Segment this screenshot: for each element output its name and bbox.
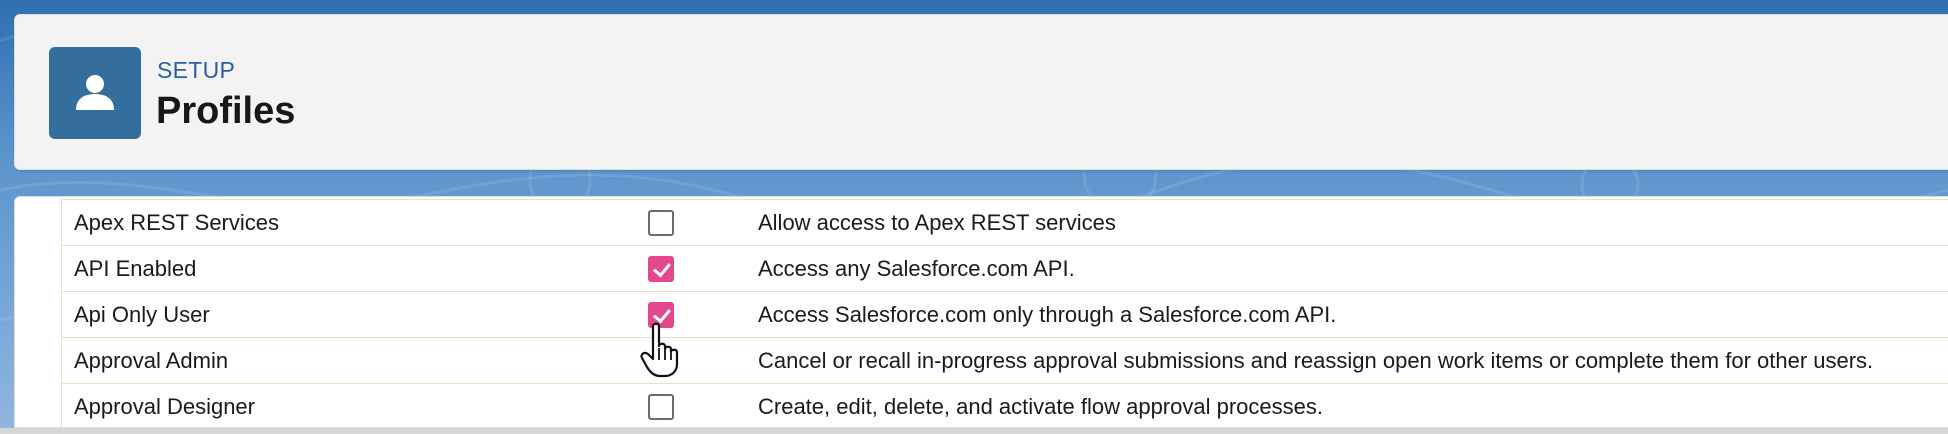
permission-name: Apex REST Services [61, 199, 648, 246]
permission-description: Access Salesforce.com only through a Sal… [758, 291, 1948, 338]
table-row: Api Only User Access Salesforce.com only… [61, 291, 1948, 338]
permission-description: Create, edit, delete, and activate flow … [758, 383, 1948, 427]
permission-name: Api Only User [61, 291, 648, 338]
permission-description: Access any Salesforce.com API. [758, 245, 1948, 292]
permission-checkbox[interactable] [648, 393, 674, 420]
permission-description: Allow access to Apex REST services [758, 199, 1948, 246]
permission-name: API Enabled [61, 245, 648, 292]
permission-checkbox[interactable] [648, 255, 674, 282]
permission-checkbox[interactable] [648, 209, 674, 236]
user-icon [76, 75, 114, 110]
permissions-table: Apex REST Services Allow access to Apex … [61, 199, 1948, 427]
header-eyebrow: SETUP [157, 57, 236, 83]
table-row: Approval Admin Cancel or recall in-progr… [61, 337, 1948, 384]
permission-description: Cancel or recall in-progress approval su… [758, 337, 1948, 384]
permission-name: Approval Designer [61, 383, 648, 427]
table-row: API Enabled Access any Salesforce.com AP… [61, 245, 1948, 292]
permissions-panel: Apex REST Services Allow access to Apex … [14, 196, 1948, 428]
hand-pointer-icon [640, 322, 679, 378]
table-row: Approval Designer Create, edit, delete, … [61, 383, 1948, 427]
table-row: Apex REST Services Allow access to Apex … [61, 199, 1948, 246]
header-icon-tile [49, 47, 141, 139]
page-title: Profiles [156, 90, 296, 132]
permission-name: Approval Admin [61, 337, 648, 384]
page-header: SETUP Profiles [14, 14, 1948, 170]
